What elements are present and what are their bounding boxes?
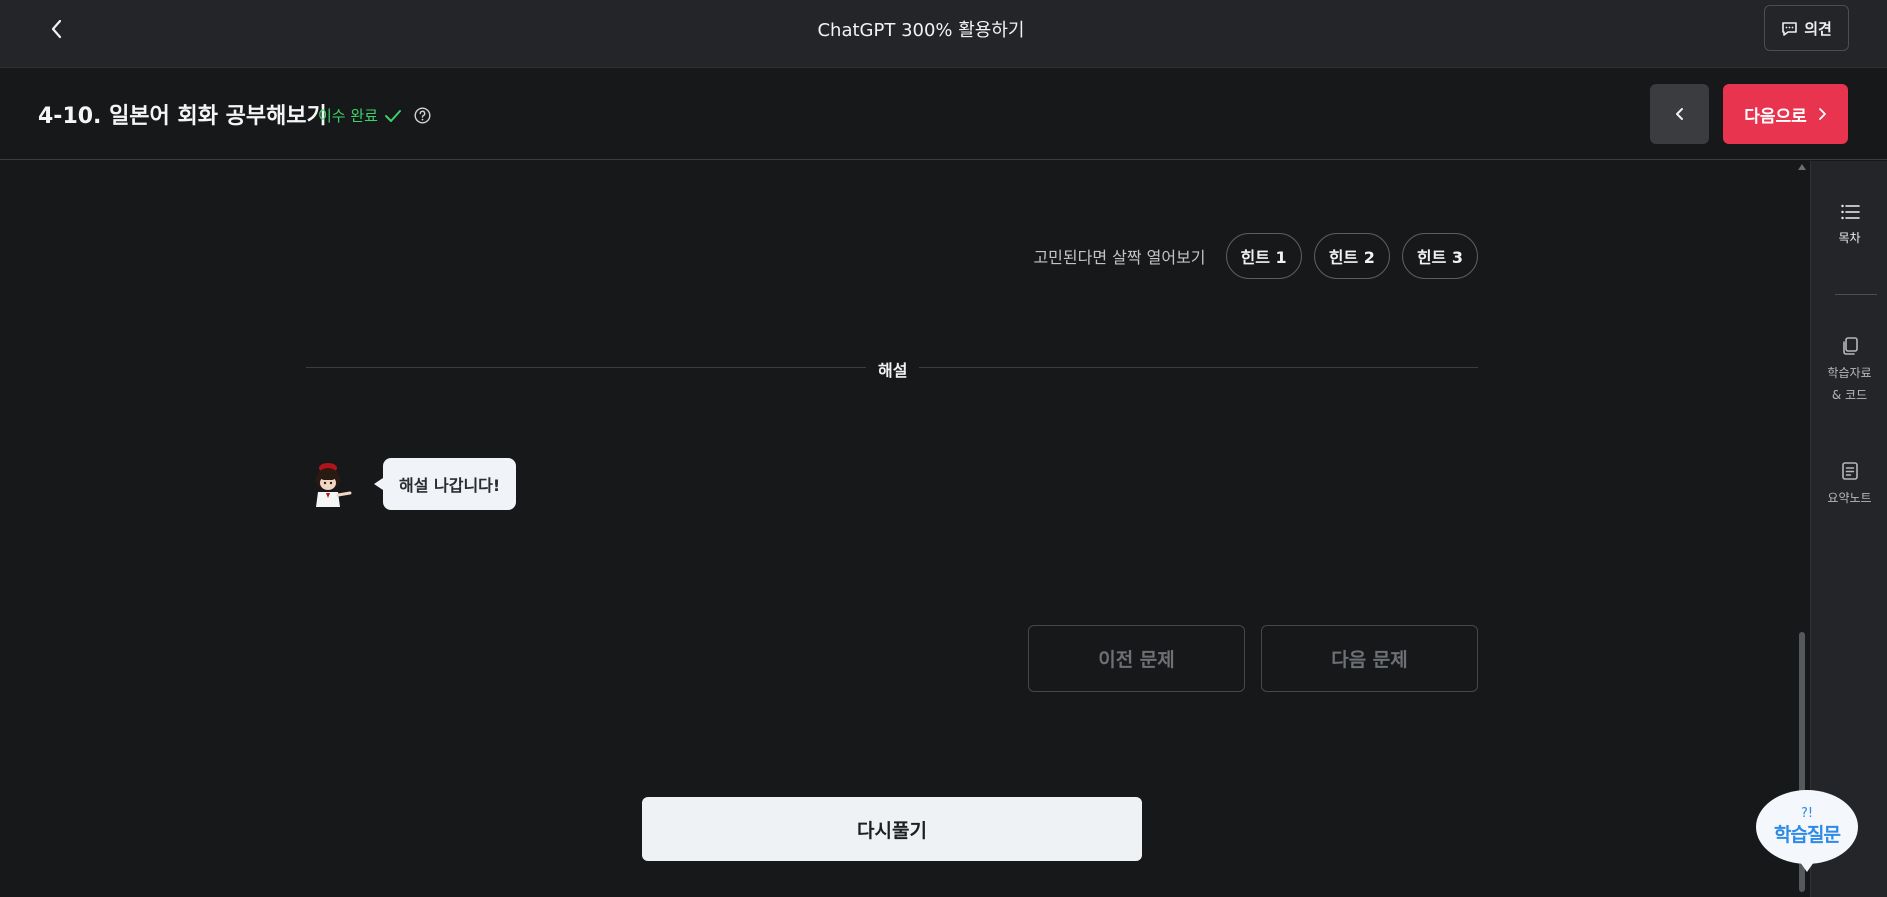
check-icon — [384, 109, 401, 122]
ask-question-button[interactable]: ?! 학습질문 — [1756, 790, 1858, 872]
retry-button[interactable]: 다시풀기 — [642, 797, 1142, 861]
list-icon — [1840, 204, 1860, 220]
sidebar-item-label: 학습자료 & 코드 — [1827, 366, 1872, 402]
note-icon — [1841, 462, 1858, 480]
next-lesson-button[interactable]: 다음으로 — [1723, 84, 1848, 144]
lesson-bar: 4-10. 일본어 회화 공부해보기 이수 완료 다음으로 — [0, 68, 1887, 160]
next-lesson-label: 다음으로 — [1744, 106, 1807, 127]
completion-label: 이수 완료 — [318, 107, 378, 125]
scroll-up-arrow-icon[interactable] — [1798, 164, 1806, 170]
feedback-button[interactable]: 의견 — [1764, 5, 1849, 51]
right-sidebar: 목차 학습자료 & 코드 요약노트 — [1810, 161, 1887, 897]
chevron-right-icon — [1818, 108, 1826, 120]
ask-question-label: 학습질문 — [1774, 823, 1841, 846]
character-avatar-icon — [316, 463, 352, 507]
hint-1-button[interactable]: 힌트 1 — [1225, 233, 1302, 279]
question-marks-icon: ?! — [1800, 805, 1814, 821]
speech-bubble: 해설 나갑니다! — [373, 458, 517, 510]
lesson-title: 4-10. 일본어 회화 공부해보기 — [38, 104, 327, 129]
hint-row: 고민된다면 살짝 열어보기 힌트 1 힌트 2 힌트 3 — [1033, 233, 1478, 279]
copy-icon — [1842, 337, 1858, 355]
main-content: 고민된다면 살짝 열어보기 힌트 1 힌트 2 힌트 3 해설 해설 나갑니다!… — [0, 161, 1810, 897]
help-icon[interactable] — [414, 107, 431, 124]
completion-status: 이수 완료 — [318, 105, 431, 126]
top-bar: ChatGPT 300% 활용하기 의견 — [0, 0, 1887, 68]
avatar — [306, 459, 358, 511]
chevron-left-icon — [1675, 108, 1683, 120]
next-question-button[interactable]: 다음 문제 — [1261, 625, 1478, 692]
sidebar-item-label: 목차 — [1838, 231, 1861, 245]
comment-icon — [1782, 21, 1797, 36]
sidebar-item-summary[interactable]: 요약노트 — [1811, 461, 1887, 509]
hint-2-button[interactable]: 힌트 2 — [1313, 233, 1390, 279]
prev-question-button[interactable]: 이전 문제 — [1028, 625, 1245, 692]
app-title: ChatGPT 300% 활용하기 — [817, 20, 1025, 41]
hint-3-button[interactable]: 힌트 3 — [1401, 233, 1478, 279]
section-label: 해설 — [866, 357, 920, 381]
sidebar-divider — [1835, 294, 1877, 295]
sidebar-item-materials[interactable]: 학습자료 & 코드 — [1811, 336, 1887, 406]
feedback-label: 의견 — [1804, 19, 1832, 38]
sidebar-item-label: 요약노트 — [1827, 491, 1872, 505]
hint-caption: 고민된다면 살짝 열어보기 — [1033, 248, 1206, 267]
prev-lesson-button[interactable] — [1650, 84, 1709, 144]
sidebar-item-toc[interactable]: 목차 — [1811, 203, 1887, 249]
